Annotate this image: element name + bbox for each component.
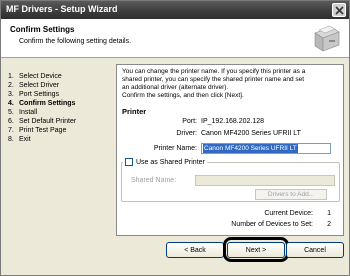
window-title: MF Drivers - Setup Wizard	[6, 4, 118, 14]
shared-printer-checkbox-label: Use as Shared Printer	[136, 158, 205, 166]
cancel-button[interactable]: Cancel	[286, 242, 344, 258]
printer-icon	[314, 25, 340, 52]
page-subtitle: Confirm the following setting details.	[19, 38, 132, 45]
step-item: 2. Select Driver	[8, 82, 60, 89]
shared-printer-checkbox[interactable]: Use as Shared Printer	[123, 158, 207, 166]
port-label: Port:	[182, 118, 197, 125]
num-devices-value: 2	[327, 221, 331, 228]
step-item: 5. Install	[8, 109, 38, 116]
shared-name-label: Shared Name:	[131, 177, 177, 184]
step-item: 7. Print Test Page	[8, 127, 67, 134]
printer-name-value: Canon MF4200 Series UFRII LT	[203, 144, 298, 153]
header-panel: Confirm Settings Confirm the following s…	[1, 19, 349, 58]
close-icon	[334, 5, 344, 15]
driver-label: Driver:	[176, 130, 197, 137]
wizard-steps: 1. Select Device 2. Select Driver 3. Port S…	[8, 72, 76, 144]
intro-text: You can change the printer name. If you …	[122, 68, 306, 99]
step-item: 3. Port Settings	[8, 91, 60, 98]
close-button[interactable]	[332, 3, 346, 17]
checkbox-box[interactable]	[125, 158, 133, 166]
printer-name-label: Printer Name:	[153, 145, 197, 152]
driver-value: Canon MF4200 Series UFRII LT	[201, 130, 301, 137]
next-button[interactable]: Next >	[227, 242, 285, 258]
setup-wizard-window: MF Drivers - Setup Wizard Confirm Settin…	[0, 0, 350, 276]
step-item: 6. Set Default Printer	[8, 118, 77, 125]
page-title: Confirm Settings	[10, 25, 75, 34]
back-button[interactable]: < Back	[166, 242, 224, 258]
current-device-value: 1	[327, 210, 331, 217]
num-devices-label: Number of Devices to Set:	[231, 221, 313, 228]
shared-name-input[interactable]	[195, 175, 335, 186]
printer-name-input[interactable]: Canon MF4200 Series UFRII LT	[201, 143, 331, 154]
settings-panel: You can change the printer name. If you …	[116, 64, 344, 236]
drivers-to-add-button[interactable]: Drivers to Add...	[255, 189, 327, 200]
port-value: IP_192.168.202.128	[201, 118, 265, 125]
title-bar: MF Drivers - Setup Wizard	[1, 1, 349, 19]
step-item: 1. Select Device	[8, 73, 62, 80]
step-item: 8. Exit	[8, 136, 31, 143]
printer-section-title: Printer	[122, 107, 147, 116]
step-item-current: 4. Confirm Settings	[8, 100, 76, 107]
current-device-label: Current Device:	[264, 210, 313, 217]
